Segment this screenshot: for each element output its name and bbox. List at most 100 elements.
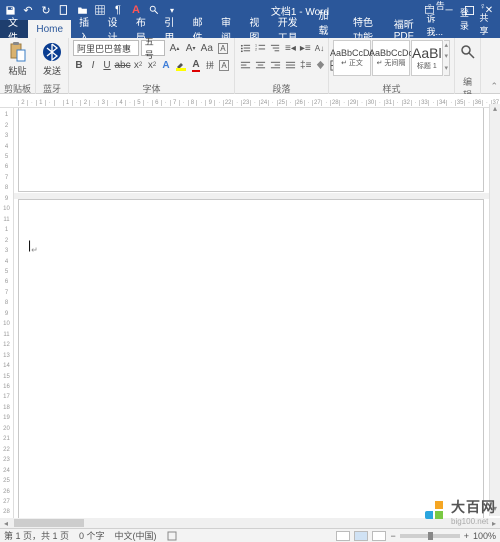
strikethrough-icon[interactable]: abc xyxy=(115,58,130,73)
line-spacing-icon[interactable]: ‡≡ xyxy=(299,58,312,73)
page-2 xyxy=(18,199,484,528)
tab-view[interactable]: 视图 xyxy=(241,20,269,38)
table-icon[interactable] xyxy=(94,4,106,16)
underline-icon[interactable]: U xyxy=(101,58,113,73)
style-name: 标题 1 xyxy=(417,61,437,71)
align-justify-icon[interactable] xyxy=(284,58,297,73)
work-area: 1234567891011123456789101112131415161718… xyxy=(0,108,500,528)
phonetic-icon[interactable]: 拼 xyxy=(204,58,216,73)
ribbon-tabs: 文件 Home 插入 设计 布局 引用 邮件 审阅 视图 开发工具 加载项 特色… xyxy=(0,20,500,38)
editing-label: 编辑 xyxy=(459,82,476,94)
sort-icon[interactable]: A↓ xyxy=(314,41,325,56)
chevron-up-icon[interactable]: ▴ xyxy=(444,41,449,52)
increase-indent-icon[interactable]: ▸≡ xyxy=(299,41,312,56)
status-words[interactable]: 0 个字 xyxy=(79,529,105,542)
scrollbar-vertical[interactable]: ▴ ▾ xyxy=(489,104,500,516)
tab-insert[interactable]: 插入 xyxy=(71,20,99,38)
find-button[interactable] xyxy=(459,40,476,64)
shading-icon[interactable] xyxy=(314,58,327,73)
font-name-box[interactable]: 阿里巴巴普惠 xyxy=(73,40,139,56)
shrink-font-icon[interactable]: A▾ xyxy=(184,41,198,56)
scroll-thumb[interactable] xyxy=(14,519,84,527)
chevron-down-icon[interactable]: ▾ xyxy=(444,52,449,63)
tab-addins[interactable]: 加载项 xyxy=(310,20,345,38)
bold-icon[interactable]: B xyxy=(73,58,85,73)
paragraph-label: 段落 xyxy=(239,82,324,94)
font-size-box[interactable]: 五号 xyxy=(141,40,166,56)
clear-format-icon[interactable]: A xyxy=(216,41,230,56)
tab-review[interactable]: 审阅 xyxy=(213,20,241,38)
zoom-knob[interactable] xyxy=(428,532,433,540)
style-preview: AaBbCcDc xyxy=(369,48,413,58)
group-font: 阿里巴巴普惠 五号 A▴ A▾ Aa A B I U abc x2 x2 A A… xyxy=(69,38,235,94)
status-bar: 第 1 页，共 1 页 0 个字 中文(中国) − + 100% xyxy=(0,528,500,542)
zoom-out-icon[interactable]: − xyxy=(390,531,395,541)
numbering-icon[interactable]: 12 xyxy=(254,41,267,56)
change-case-icon[interactable]: Aa xyxy=(200,41,214,56)
superscript-icon[interactable]: x2 xyxy=(146,58,158,73)
zoom-in-icon[interactable]: + xyxy=(464,531,469,541)
view-web-icon[interactable] xyxy=(372,531,386,541)
tab-file[interactable]: 文件 xyxy=(0,20,28,38)
view-print-icon[interactable] xyxy=(354,531,368,541)
search-icon[interactable] xyxy=(148,4,160,16)
style-preview: AaBbCcDc xyxy=(330,48,374,58)
bluetooth-send-label: 发送 xyxy=(43,64,61,77)
undo-icon[interactable]: ↶ xyxy=(22,4,34,16)
scroll-up-icon[interactable]: ▴ xyxy=(490,104,500,116)
ribbon: 粘贴 剪贴板 发送 蓝牙 阿里巴巴普惠 五号 A▴ A▾ Aa A B I U xyxy=(0,38,500,94)
scroll-left-icon[interactable]: ◂ xyxy=(0,519,12,528)
ruler-vertical[interactable]: 1234567891011123456789101112131415161718… xyxy=(0,108,14,528)
watermark: 大百网 big100.net xyxy=(425,497,496,526)
align-center-icon[interactable] xyxy=(254,58,267,73)
status-page[interactable]: 第 1 页，共 1 页 xyxy=(4,529,69,542)
bluetooth-label: 蓝牙 xyxy=(40,82,64,94)
style-nospacing[interactable]: AaBbCcDc ↵ 无间隔 xyxy=(372,40,410,76)
watermark-url: big100.net xyxy=(451,517,496,526)
tab-features[interactable]: 特色功能 xyxy=(345,20,386,38)
tab-developer[interactable]: 开发工具 xyxy=(270,20,311,38)
bluetooth-icon xyxy=(42,42,62,62)
redo-icon[interactable]: ↻ xyxy=(40,4,52,16)
align-right-icon[interactable] xyxy=(269,58,282,73)
align-left-icon[interactable] xyxy=(239,58,252,73)
collapse-ribbon-icon[interactable]: ⌃ xyxy=(490,81,498,92)
status-macro-icon[interactable] xyxy=(167,531,177,541)
ruler-horizontal[interactable]: 2·1·1·2·3·4·5·6·7·8·9·22·23·24·25·26·27·… xyxy=(0,94,500,108)
new-icon[interactable] xyxy=(58,4,70,16)
grow-font-icon[interactable]: A▴ xyxy=(167,41,181,56)
more-icon[interactable]: ▾ xyxy=(444,64,449,75)
italic-icon[interactable]: I xyxy=(87,58,99,73)
style-normal[interactable]: AaBbCcDc ↵ 正文 xyxy=(333,40,371,76)
tell-me[interactable]: ♀ 告诉我... xyxy=(427,0,450,38)
group-paragraph: 12 ≡◂ ▸≡ A↓ ‡≡ 段落 xyxy=(235,38,329,94)
tab-home[interactable]: Home xyxy=(28,20,71,38)
zoom-slider[interactable] xyxy=(400,534,460,538)
text-effects-icon[interactable]: A xyxy=(160,58,172,73)
bluetooth-send-button[interactable]: 发送 xyxy=(40,40,64,79)
bullets-icon[interactable] xyxy=(239,41,252,56)
page-1-bottom xyxy=(18,108,484,192)
multilevel-icon[interactable] xyxy=(269,41,282,56)
sign-in[interactable]: 登录 xyxy=(460,6,470,32)
highlight-icon[interactable] xyxy=(174,58,188,73)
paste-icon xyxy=(8,42,28,62)
style-heading1[interactable]: AaBl 标题 1 xyxy=(411,40,443,76)
text-cursor: |↵ xyxy=(28,238,38,254)
zoom-level[interactable]: 100% xyxy=(473,531,496,541)
group-editing: 编辑 xyxy=(455,38,481,94)
share-button[interactable]: ♀ 共享 xyxy=(479,1,494,37)
subscript-icon[interactable]: x2 xyxy=(132,58,144,73)
char-border-icon[interactable]: A xyxy=(218,58,230,73)
tab-mailings[interactable]: 邮件 xyxy=(185,20,213,38)
decrease-indent-icon[interactable]: ≡◂ xyxy=(284,41,297,56)
paste-button[interactable]: 粘贴 xyxy=(4,40,31,79)
styles-gallery-scroll[interactable]: ▴ ▾ ▾ xyxy=(444,40,450,76)
watermark-logo-icon xyxy=(425,501,447,523)
document-canvas[interactable]: |↵ xyxy=(14,108,500,528)
tab-design[interactable]: 设计 xyxy=(99,20,127,38)
tab-foxit[interactable]: 福昕PDF xyxy=(386,20,427,38)
font-color-button-icon[interactable]: A xyxy=(190,58,202,73)
status-language[interactable]: 中文(中国) xyxy=(115,529,157,542)
view-read-icon[interactable] xyxy=(336,531,350,541)
